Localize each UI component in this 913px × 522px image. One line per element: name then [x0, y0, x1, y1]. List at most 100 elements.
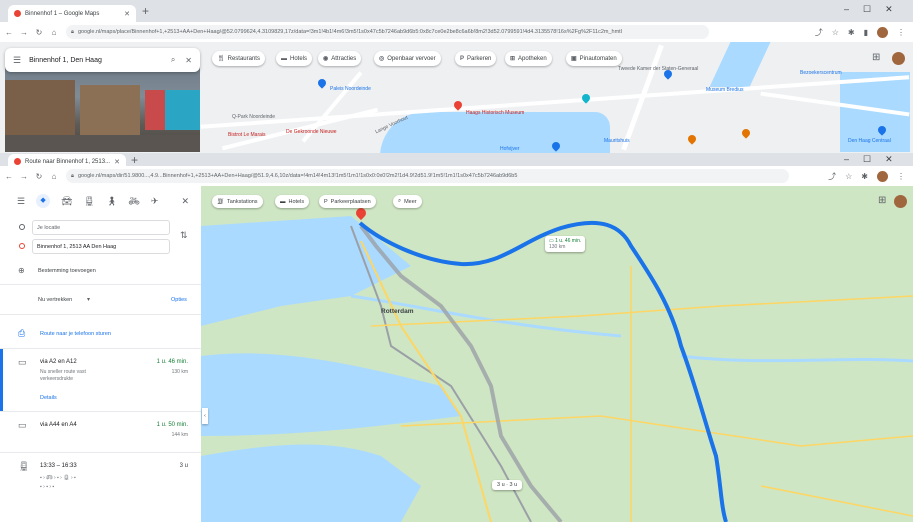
transit-duration: 3 u — [179, 463, 188, 469]
minimize-icon[interactable]: – — [844, 4, 849, 15]
route-option-transit[interactable]: 🚆︎ 13:33 – 16:33 3 u ▪ › 🚌︎ › ▪ › 🚆︎ › ▪… — [0, 453, 201, 503]
pharmacy-icon: ⊞ — [510, 56, 516, 62]
window1-controls: – ☐ ✕ — [844, 4, 893, 15]
new-tab-icon[interactable]: + — [131, 153, 138, 167]
map-label: Tweede Kamer der Staten-Generaal — [618, 66, 699, 72]
map-label: Q-Park Noordeinde — [232, 114, 276, 120]
flight-mode-icon[interactable]: ✈︎ — [151, 196, 159, 207]
window2-toolbar: ← → ↻ ⌂ 🔒︎ google.nl/maps/dir/51.9800...… — [0, 166, 913, 187]
add-destination-link[interactable]: Bestemming toevoegen — [38, 268, 96, 274]
add-destination-icon[interactable]: ⊕ — [18, 266, 25, 275]
share-icon[interactable]: ⤴ — [815, 27, 823, 38]
water-area — [201, 444, 421, 522]
origin-input[interactable]: Je locatie — [32, 220, 170, 235]
apps-grid-icon[interactable]: ⊞ — [872, 52, 880, 63]
reload-icon[interactable]: ↻ — [33, 28, 45, 37]
chip-transit[interactable]: ◎ Openbaar vervoer — [374, 51, 441, 66]
route-option-2[interactable]: ▭ via A44 en A4 1 u. 50 min. 144 km — [0, 412, 201, 452]
forward-icon[interactable]: → — [18, 172, 30, 181]
selected-route[interactable] — [358, 220, 728, 522]
window1-toolbar: ← → ↻ ⌂ 🔒︎ google.nl/maps/place/Binnenho… — [0, 22, 913, 43]
profile-avatar[interactable] — [877, 170, 888, 182]
chip-label: Hotels — [290, 55, 308, 62]
close-tab-icon[interactable]: ✕ — [124, 10, 130, 18]
car-mode-icon[interactable]: 🚘︎ — [61, 196, 72, 207]
close-tab-icon[interactable]: ✕ — [114, 158, 120, 166]
maps-account-avatar[interactable] — [892, 52, 905, 65]
window2-address-bar[interactable]: 🔒︎ google.nl/maps/dir/51.9800...,4.9...B… — [66, 169, 789, 183]
route-option-1[interactable]: ▭ via A2 en A12 1 u. 46 min. Nu sneller … — [0, 349, 201, 411]
route-details-link[interactable]: Details — [40, 395, 57, 401]
window1-toolbar-icons: ⤴ ☆ ✱ ▮ ⋮ — [815, 26, 905, 38]
extensions-icon[interactable]: ✱ — [848, 28, 855, 37]
bike-mode-icon[interactable]: 🚲︎ — [128, 196, 139, 207]
maximize-icon[interactable]: ☐ — [863, 4, 871, 15]
maximize-icon[interactable]: ☐ — [863, 154, 871, 165]
destination-input[interactable]: Binnenhof 1, 2513 AA Den Haag — [32, 239, 170, 254]
back-icon[interactable]: ← — [3, 172, 15, 181]
maps-account-avatar[interactable] — [894, 195, 907, 208]
depart-now-dropdown[interactable]: Nu vertrekken — [38, 297, 72, 303]
minimize-icon[interactable]: – — [844, 154, 849, 165]
extensions-icon[interactable]: ✱ — [861, 172, 868, 181]
close-window-icon[interactable]: ✕ — [885, 4, 893, 15]
close-icon[interactable]: ✕ — [185, 56, 192, 65]
route-title: via A44 en A4 — [40, 422, 77, 428]
chip-parking[interactable]: P Parkeren — [455, 51, 497, 66]
map-chip-parking[interactable]: P Parkeerplaatsen — [319, 195, 376, 208]
reload-icon[interactable]: ↻ — [33, 172, 45, 181]
window1-address-bar[interactable]: 🔒︎ google.nl/maps/place/Binnenhof+1,+251… — [66, 25, 709, 39]
place-pin-icon[interactable] — [316, 77, 328, 89]
forward-icon[interactable]: → — [18, 28, 30, 37]
window1-tab[interactable]: Binnenhof 1 – Google Maps ✕ — [8, 5, 136, 22]
menu-dots-icon[interactable]: ⋮ — [897, 172, 905, 181]
walk-mode-icon[interactable]: 🚶︎ — [106, 196, 117, 207]
window1-url: google.nl/maps/place/Binnenhof+1,+2513+A… — [77, 29, 622, 35]
route-time-callout[interactable]: ▭ 1 u. 46 min. 130 km — [545, 236, 586, 252]
car-icon: ▭ — [18, 357, 27, 367]
chip-attractions[interactable]: ◉ Attracties — [318, 51, 362, 66]
swap-icon[interactable]: ⇅ — [180, 230, 188, 241]
chip-pharmacy[interactable]: ⊞ Apotheken — [505, 51, 552, 66]
chip-restaurants[interactable]: 🍴︎ Restaurants — [212, 51, 265, 66]
close-directions-icon[interactable]: ✕ — [181, 196, 189, 207]
best-route-mode-icon[interactable]: ◆ — [36, 194, 51, 208]
transit-callout[interactable]: 3 u · 3 u — [492, 480, 523, 490]
chip-label: Apotheken — [518, 55, 547, 62]
place-pin-icon[interactable] — [686, 133, 698, 145]
options-link[interactable]: Opties — [171, 297, 187, 303]
chip-hotels[interactable]: ▬ Hotels — [276, 51, 313, 66]
window1-search-box[interactable]: ☰ Binnenhof 1, Den Haag ⌕ ✕ — [5, 48, 200, 72]
chip-atm[interactable]: ▣ Pinautomaten — [566, 51, 622, 66]
maps-favicon-icon — [14, 158, 21, 165]
close-window-icon[interactable]: ✕ — [885, 154, 893, 165]
profile-avatar[interactable] — [877, 26, 888, 38]
street-view-thumbnail[interactable] — [5, 60, 200, 152]
home-icon[interactable]: ⌂ — [48, 28, 60, 37]
chevron-down-icon[interactable]: ▾ — [87, 296, 90, 303]
menu-dots-icon[interactable]: ⋮ — [897, 28, 905, 37]
map-chip-hotels[interactable]: ▬ Hotels — [275, 195, 310, 208]
bookmark-star-icon[interactable]: ☆ — [845, 172, 852, 181]
home-icon[interactable]: ⌂ — [48, 172, 60, 181]
transit-mode-icon[interactable]: 🚆︎ — [84, 196, 95, 207]
new-tab-icon[interactable]: + — [142, 4, 149, 18]
back-icon[interactable]: ← — [3, 28, 15, 37]
menu-hamburger-icon[interactable]: ☰ — [17, 196, 25, 207]
share-icon[interactable]: ⤴ — [828, 171, 836, 182]
chip-label: Parkeerplaatsen — [330, 198, 371, 205]
send-to-phone-link[interactable]: Route naar je telefoon sturen — [40, 331, 111, 337]
place-pin-icon[interactable] — [740, 127, 752, 139]
directions-panel: ☰ ◆ 🚘︎ 🚆︎ 🚶︎ 🚲︎ ✈︎ ✕ Je locatie Binnenho… — [0, 186, 202, 522]
map-chip-more[interactable]: ⌕ Meer — [393, 195, 422, 208]
apps-grid-icon[interactable]: ⊞ — [878, 195, 886, 206]
sea-area — [201, 216, 411, 326]
collapse-panel-icon[interactable]: ‹ — [202, 408, 208, 424]
sidebar-icon[interactable]: ▮ — [864, 28, 868, 37]
search-icon[interactable]: ⌕ — [171, 55, 175, 65]
window1-search-input[interactable]: Binnenhof 1, Den Haag — [29, 57, 102, 64]
chip-label: Parkeren — [467, 55, 492, 62]
menu-hamburger-icon[interactable]: ☰ — [13, 55, 21, 66]
map-chip-gas[interactable]: ⛽︎ Tankstations — [212, 195, 263, 208]
bookmark-star-icon[interactable]: ☆ — [832, 28, 839, 37]
